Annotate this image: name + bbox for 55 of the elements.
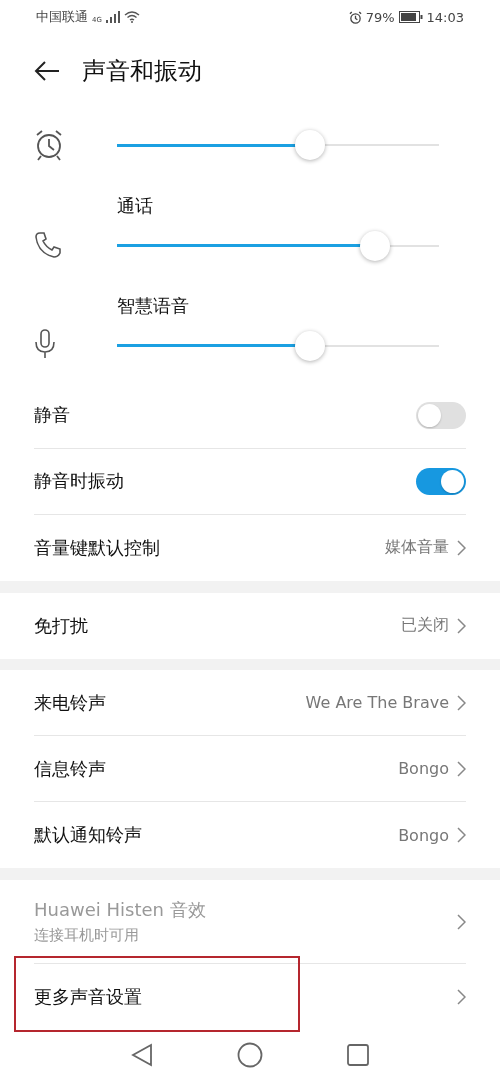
chevron-right-icon (457, 760, 466, 777)
settings-row[interactable]: 默认通知铃声 Bongo (34, 802, 466, 869)
settings-row[interactable]: 信息铃声 Bongo (34, 736, 466, 803)
slider-thumb[interactable] (295, 130, 326, 161)
setting-label: 默认通知铃声 (34, 823, 142, 848)
chevron-right-icon (457, 539, 466, 556)
alarm-icon (34, 129, 64, 162)
back-button[interactable] (34, 60, 60, 82)
slider-thumb[interactable] (295, 330, 326, 361)
slider-label: 通话 (117, 193, 154, 218)
microphone-icon (34, 328, 56, 359)
clock-time: 14:03 (426, 9, 464, 25)
volume-slider[interactable] (117, 330, 439, 361)
slider-label: 智慧语音 (117, 293, 190, 318)
volume-slider[interactable] (117, 130, 439, 161)
toggle-switch[interactable] (416, 401, 466, 429)
alarm-icon (348, 10, 362, 24)
setting-label: 静音时振动 (34, 469, 124, 494)
settings-row[interactable]: 音量键默认控制 媒体音量 (34, 514, 466, 581)
setting-value: Bongo (398, 759, 449, 779)
volume-slider[interactable] (117, 230, 439, 261)
settings-row[interactable]: 免打扰 已关闭 (34, 592, 466, 659)
signal-icon (105, 11, 120, 24)
setting-value: Bongo (398, 825, 449, 845)
settings-row[interactable]: 静音时振动 (34, 448, 466, 515)
setting-label: 更多声音设置 (34, 985, 142, 1009)
setting-value: 已关闭 (401, 615, 449, 636)
wifi-icon (123, 11, 140, 24)
battery-percent: 79% (365, 9, 395, 25)
carrier-name: 中国联通 (36, 8, 88, 27)
setting-value: 媒体音量 (385, 537, 449, 559)
slider-thumb[interactable] (359, 230, 390, 261)
setting-subtitle: 连接耳机时可用 (34, 926, 140, 945)
chevron-right-icon (457, 989, 466, 1005)
recents-nav-icon[interactable] (347, 1043, 369, 1066)
setting-label: 免打扰 (34, 613, 88, 638)
setting-label: 信息铃声 (34, 756, 106, 781)
phone-icon (34, 230, 62, 259)
setting-label: 来电铃声 (34, 690, 106, 715)
page-title: 声音和振动 (82, 56, 202, 87)
setting-label: 音量键默认控制 (34, 535, 160, 560)
back-nav-icon[interactable] (131, 1042, 153, 1067)
toggle-switch[interactable] (416, 467, 466, 495)
chevron-right-icon (457, 913, 466, 930)
battery-icon (398, 11, 423, 24)
setting-label: Huawei Histen 音效 (34, 898, 206, 922)
chevron-right-icon (457, 694, 466, 711)
settings-row[interactable]: 更多声音设置 (34, 964, 466, 1030)
settings-row[interactable]: 静音 (34, 382, 466, 449)
home-nav-icon[interactable] (237, 1041, 263, 1068)
chevron-right-icon (457, 827, 466, 844)
chevron-right-icon (457, 617, 466, 634)
setting-value: We Are The Brave (305, 693, 449, 713)
settings-row[interactable]: 来电铃声 We Are The Brave (34, 670, 466, 737)
setting-label: 静音 (34, 403, 70, 428)
